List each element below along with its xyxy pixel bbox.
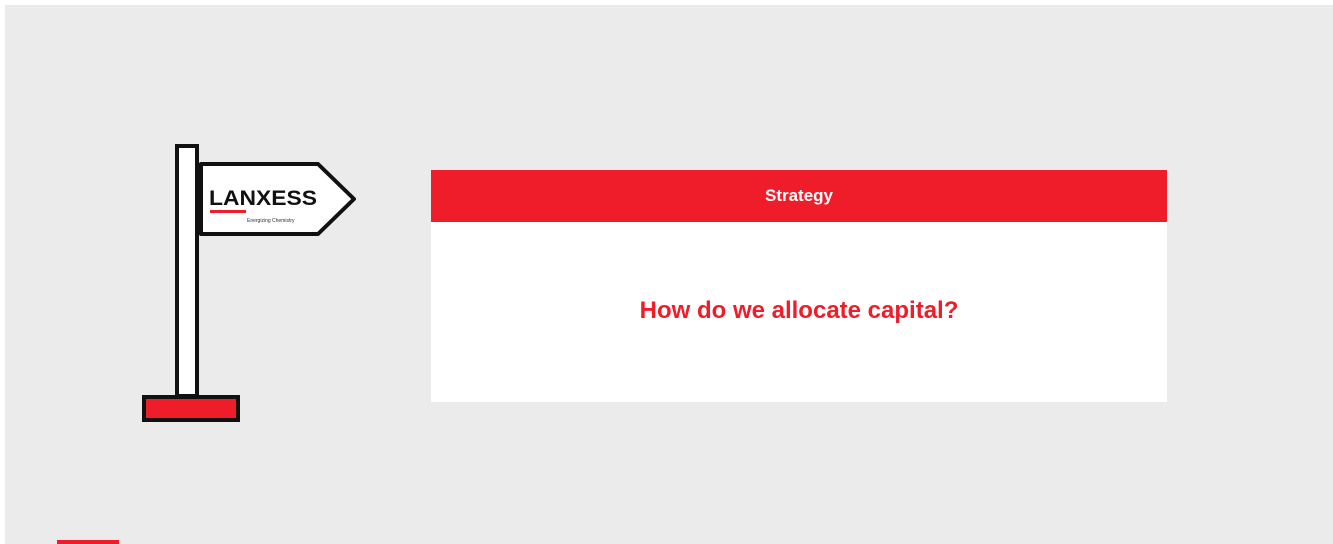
slide-background: LANXESS Energizing Chemistry Strategy Ho…: [5, 5, 1333, 544]
strategy-card: Strategy How do we allocate capital?: [431, 170, 1167, 402]
signpost-base: [142, 395, 240, 422]
card-header: Strategy: [431, 170, 1167, 222]
card-question: How do we allocate capital?: [639, 297, 959, 324]
logo-tagline: Energizing Chemistry: [247, 218, 295, 224]
corner-marker: [57, 540, 119, 544]
signpost-pole: [175, 144, 199, 398]
logo-underline: [210, 210, 246, 213]
card-body: How do we allocate capital?: [431, 222, 1167, 402]
card-header-title: Strategy: [764, 186, 834, 205]
signpost-icon: LANXESS Energizing Chemistry: [135, 139, 367, 429]
logo-wordmark: LANXESS: [209, 187, 317, 210]
